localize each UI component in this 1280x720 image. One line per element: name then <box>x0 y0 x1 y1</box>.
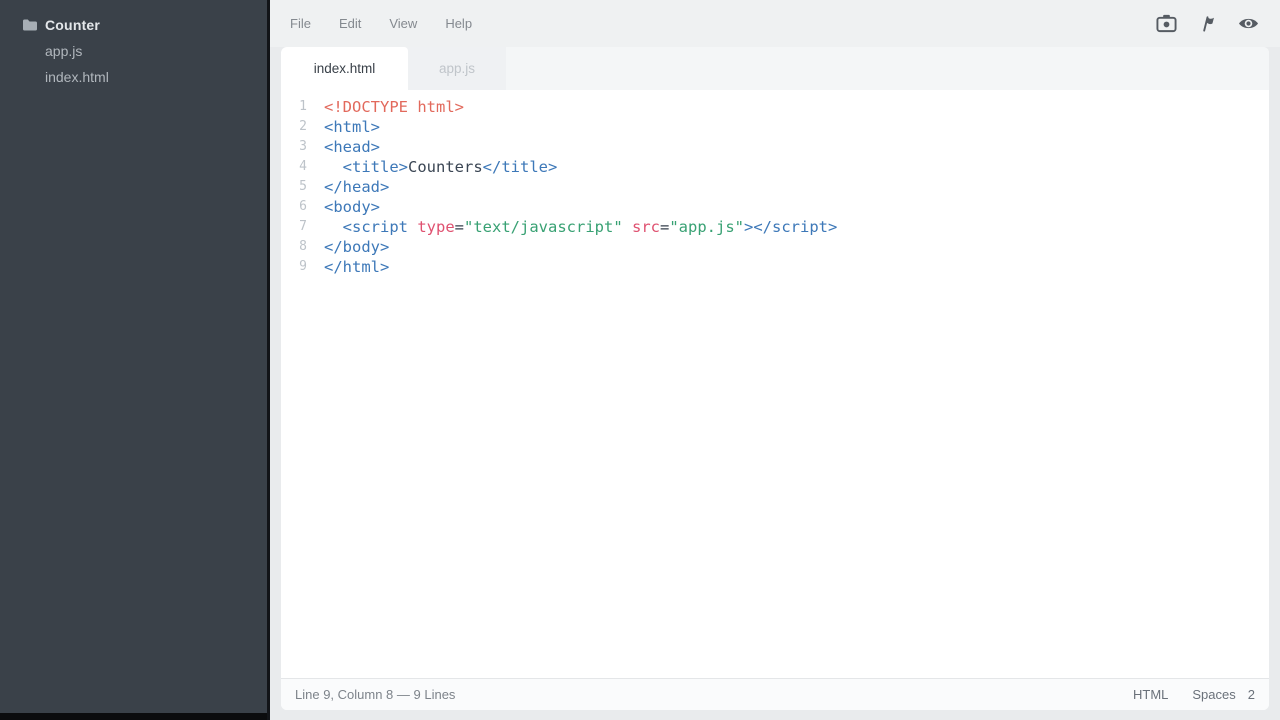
folder-name: Counter <box>45 17 100 33</box>
line-number: 2 <box>281 117 307 137</box>
code-line-3[interactable]: 3<head> <box>281 137 1269 157</box>
menu-help[interactable]: Help <box>445 16 472 31</box>
line-number: 3 <box>281 137 307 157</box>
camera-icon <box>1155 13 1178 34</box>
folder-icon <box>22 18 38 32</box>
line-number: 8 <box>281 237 307 257</box>
status-right: HTML Spaces2 <box>1109 687 1255 702</box>
menu-items: File Edit View Help <box>290 16 500 31</box>
main-area: File Edit View Help <box>270 0 1280 720</box>
sidebar-item-index.html[interactable]: index.html <box>0 64 267 90</box>
eye-icon <box>1237 14 1260 33</box>
camera-button[interactable] <box>1155 13 1178 34</box>
code-line-4[interactable]: 4 <title>Counters</title> <box>281 157 1269 177</box>
code-line-7[interactable]: 7 <script type="text/javascript" src="ap… <box>281 217 1269 237</box>
flag-button[interactable] <box>1198 14 1217 33</box>
line-number: 5 <box>281 177 307 197</box>
line-content: </body> <box>307 237 389 257</box>
line-content: </html> <box>307 257 389 277</box>
code-line-8[interactable]: 8</body> <box>281 237 1269 257</box>
line-content: <title>Counters</title> <box>307 157 557 177</box>
status-bar: Line 9, Column 8 — 9 Lines HTML Spaces2 <box>281 678 1269 710</box>
status-spaces[interactable]: Spaces2 <box>1192 687 1255 702</box>
line-content: </head> <box>307 177 389 197</box>
line-content: <script type="text/javascript" src="app.… <box>307 217 837 237</box>
code-line-2[interactable]: 2<html> <box>281 117 1269 137</box>
menu-file[interactable]: File <box>290 16 311 31</box>
code-line-5[interactable]: 5</head> <box>281 177 1269 197</box>
line-content: <body> <box>307 197 380 217</box>
line-content: <head> <box>307 137 380 157</box>
line-number: 9 <box>281 257 307 277</box>
menu-bar: File Edit View Help <box>270 0 1280 47</box>
flag-icon <box>1198 14 1217 33</box>
status-spaces-value: 2 <box>1248 687 1255 702</box>
status-html[interactable]: HTML <box>1133 687 1168 702</box>
line-number: 1 <box>281 97 307 117</box>
file-list: app.jsindex.html <box>0 38 267 90</box>
sidebar-folder-counter[interactable]: Counter <box>0 12 267 38</box>
editor-card: index.htmlapp.js 1<!DOCTYPE html>2<html>… <box>281 47 1269 710</box>
file-explorer-sidebar: Counter app.jsindex.html <box>0 0 270 720</box>
code-line-9[interactable]: 9</html> <box>281 257 1269 277</box>
sidebar-bottom-edge <box>0 713 267 720</box>
menu-view[interactable]: View <box>389 16 417 31</box>
code-line-6[interactable]: 6<body> <box>281 197 1269 217</box>
line-number: 7 <box>281 217 307 237</box>
line-content: <!DOCTYPE html> <box>307 97 464 117</box>
menu-edit[interactable]: Edit <box>339 16 361 31</box>
tab-bar: index.htmlapp.js <box>281 47 1269 90</box>
tab-app.js[interactable]: app.js <box>408 47 506 90</box>
sidebar-item-app.js[interactable]: app.js <box>0 38 267 64</box>
line-content: <html> <box>307 117 380 137</box>
tab-index.html[interactable]: index.html <box>281 47 408 90</box>
line-number: 6 <box>281 197 307 217</box>
code-line-1[interactable]: 1<!DOCTYPE html> <box>281 97 1269 117</box>
preview-button[interactable] <box>1237 14 1260 33</box>
line-number: 4 <box>281 157 307 177</box>
cursor-position: Line 9, Column 8 — 9 Lines <box>295 687 455 702</box>
code-editor[interactable]: 1<!DOCTYPE html>2<html>3<head>4 <title>C… <box>281 90 1269 678</box>
tab-bar-empty-space <box>506 47 1269 90</box>
